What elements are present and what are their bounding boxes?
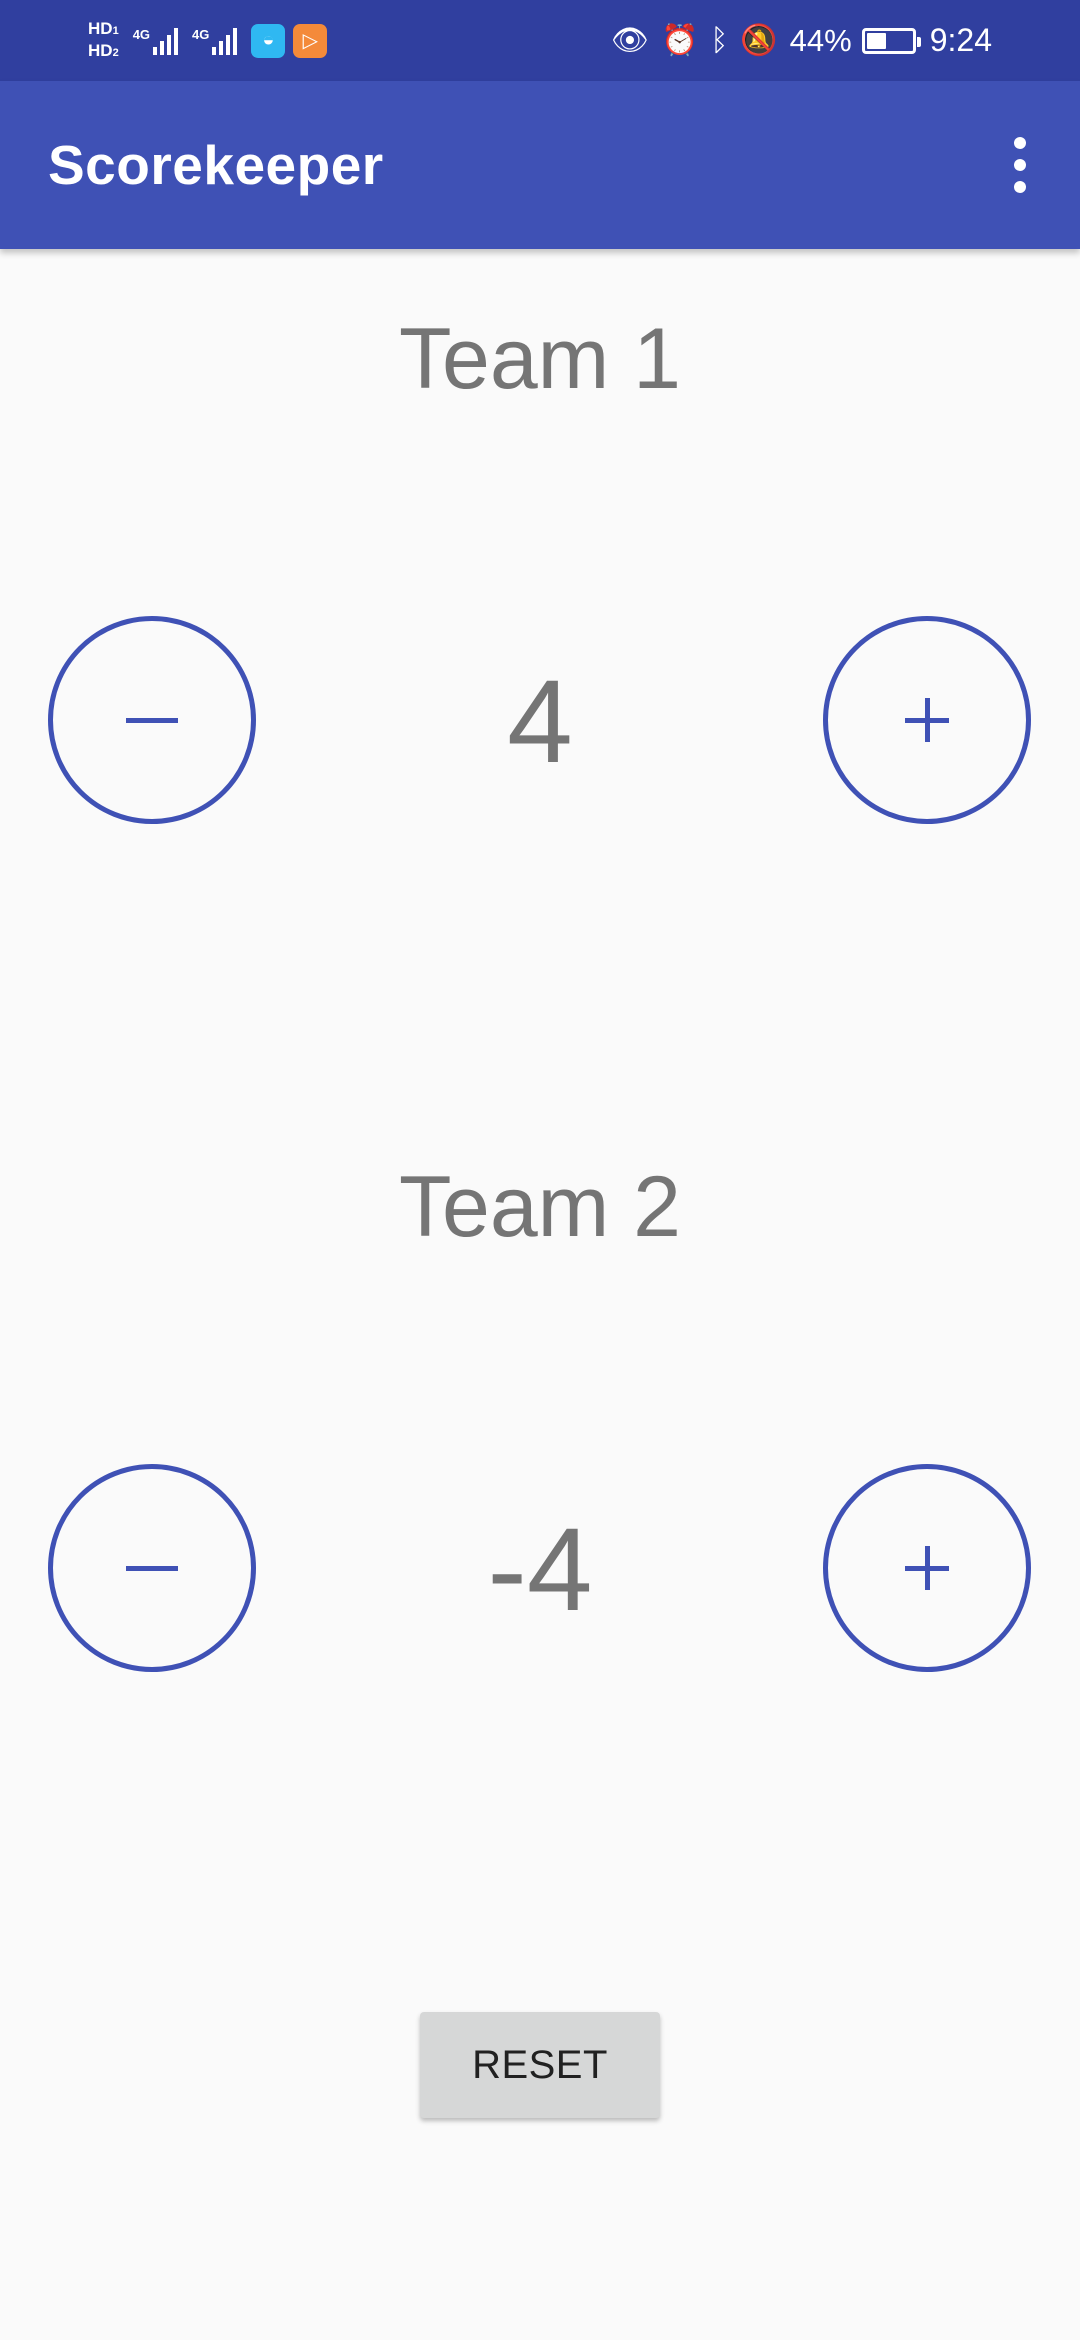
notifications-off-icon: 🔕 [740,23,778,57]
app-title: Scorekeeper [48,134,384,196]
overflow-menu-icon[interactable] [984,115,1056,215]
status-right: 👁 ⏰ ᛒ 🔕 44% 9:24 [599,22,992,59]
reset-button[interactable]: RESET [420,2012,660,2118]
sim1-hd-icon: HD1 [88,18,119,38]
minus-icon [126,1565,178,1571]
eye-icon: 👁 [610,23,649,57]
sim-indicators: HD1 HD2 [88,19,119,63]
battery-percent: 44% [789,22,852,58]
alarm-icon: ⏰ [660,23,699,57]
video-player-icon: ▷ [293,23,328,58]
bluetooth-icon: ᛒ [710,23,729,57]
plus-icon [905,1546,949,1590]
battery-icon [861,27,921,54]
team-1-name: Team 1 [398,311,682,407]
minus-icon [126,717,178,723]
app-bar: Scorekeeper [0,81,1080,249]
battery-fill [866,32,887,49]
signal-1-icon: 4G [133,27,179,55]
signal-2-icon: 4G [192,27,238,55]
team-2-decrease-button[interactable] [48,1464,256,1672]
team-1-decrease-button[interactable] [48,616,256,824]
sim2-hd-icon: HD2 [88,40,119,60]
clock: 9:24 [929,22,992,58]
status-bar: HD1 HD2 4G 4G ◒ ▷ 👁 ⏰ ᛒ 🔕 44% 9:24 [0,0,1080,81]
team-2-increase-button[interactable] [823,1464,1031,1672]
team-1-increase-button[interactable] [823,616,1031,824]
team-2-name: Team 2 [398,1159,682,1255]
status-left: HD1 HD2 4G 4G ◒ ▷ [88,19,335,63]
team-1-score: 4 [507,656,573,788]
team-2-score: -4 [487,1504,593,1636]
qq-browser-icon: ◒ [251,23,286,58]
plus-icon [905,698,949,742]
